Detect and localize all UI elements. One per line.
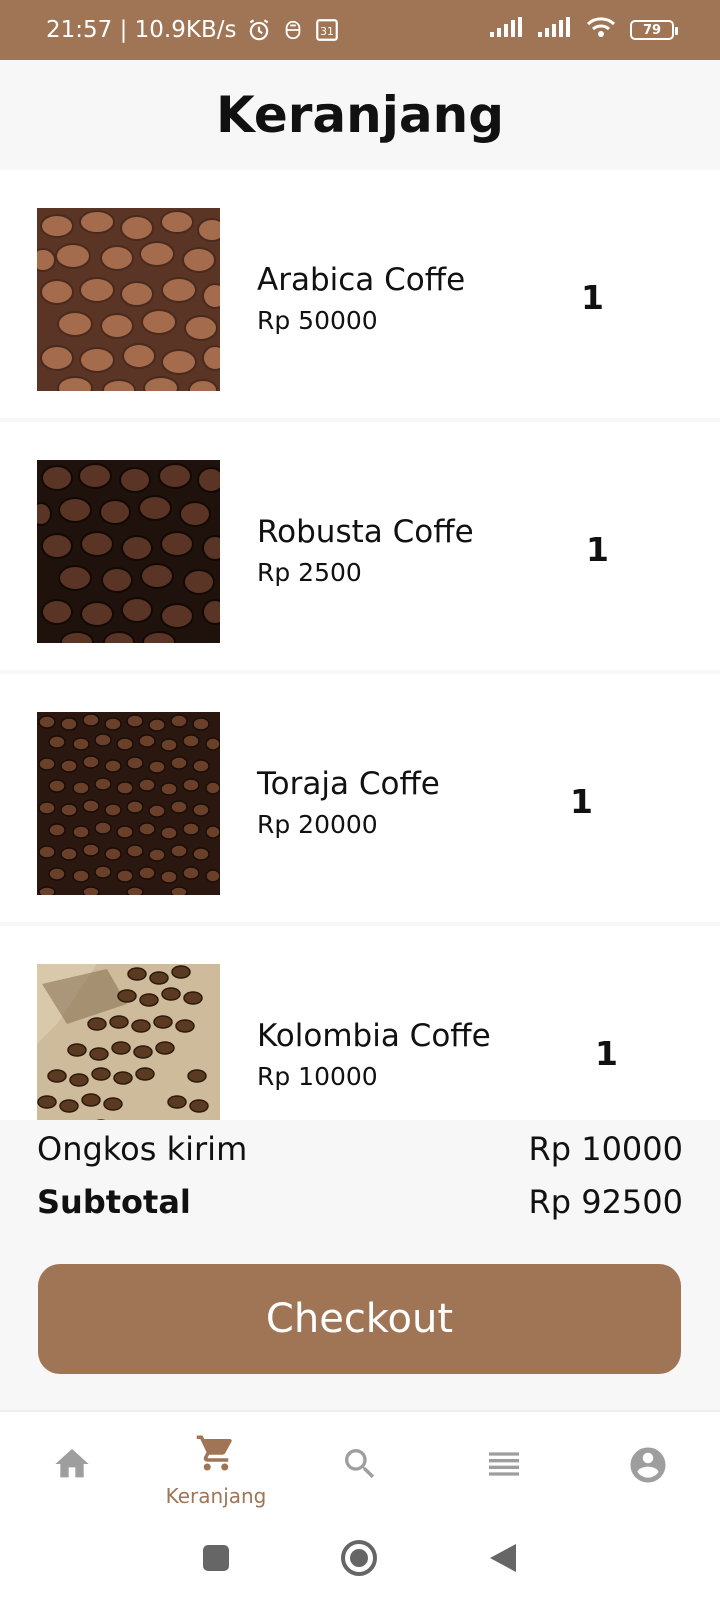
page-header: Keranjang — [0, 60, 720, 170]
product-price: Rp 20000 — [257, 810, 378, 839]
home-icon — [52, 1444, 92, 1488]
search-icon — [340, 1444, 380, 1488]
cart-item[interactable]: Arabica Coffe Rp 50000 1 — [0, 170, 720, 422]
shipping-row: Ongkos kirim Rp 10000 — [37, 1130, 683, 1168]
product-image-toraja — [37, 712, 220, 895]
product-name: Arabica Coffe — [257, 262, 466, 298]
subtotal-label: Subtotal — [37, 1183, 191, 1221]
checkout-button[interactable]: Checkout — [38, 1264, 681, 1374]
product-quantity[interactable]: 1 — [570, 782, 593, 821]
system-nav-bar — [0, 1520, 720, 1600]
product-price: Rp 10000 — [257, 1062, 378, 1091]
notification-icon — [282, 19, 304, 41]
list-icon — [484, 1444, 524, 1488]
product-image-kolombia — [37, 964, 220, 1120]
page-title: Keranjang — [215, 86, 505, 144]
product-name: Robusta Coffe — [257, 514, 474, 550]
recent-apps-button[interactable] — [202, 1544, 230, 1576]
cart-list[interactable]: Arabica Coffe Rp 50000 1 Robusta Coffe R… — [0, 170, 720, 1120]
status-time-speed: 21:57 | 10.9KB/s — [46, 17, 237, 43]
cart-item[interactable]: Kolombia Coffe Rp 10000 1 — [0, 926, 720, 1120]
cart-item[interactable]: Toraja Coffe Rp 20000 1 — [0, 674, 720, 926]
nav-cart[interactable]: Keranjang — [144, 1412, 288, 1522]
status-right: 79 — [490, 16, 678, 44]
nav-cart-label: Keranjang — [165, 1484, 267, 1508]
bottom-nav: Keranjang — [0, 1410, 720, 1520]
account-icon — [627, 1444, 669, 1490]
shipping-value: Rp 10000 — [528, 1130, 683, 1168]
signal-icon-2 — [538, 17, 572, 43]
status-left: 21:57 | 10.9KB/s 31 — [46, 17, 340, 43]
cart-item[interactable]: Robusta Coffe Rp 2500 1 — [0, 422, 720, 674]
subtotal-value: Rp 92500 — [528, 1183, 683, 1221]
product-price: Rp 50000 — [257, 306, 378, 335]
cart-icon — [195, 1432, 237, 1478]
product-image-arabica — [37, 208, 220, 391]
wifi-icon — [586, 16, 616, 44]
back-button[interactable] — [488, 1542, 518, 1578]
calendar-icon: 31 — [314, 17, 340, 43]
signal-icon — [490, 17, 524, 43]
nav-account[interactable] — [576, 1412, 720, 1522]
battery-level: 79 — [642, 22, 662, 38]
product-quantity[interactable]: 1 — [581, 278, 604, 317]
nav-list[interactable] — [432, 1412, 576, 1522]
product-name: Kolombia Coffe — [257, 1018, 491, 1054]
product-name: Toraja Coffe — [257, 766, 440, 802]
status-bar: 21:57 | 10.9KB/s 31 79 — [0, 0, 720, 60]
nav-home[interactable] — [0, 1412, 144, 1522]
calendar-day: 31 — [321, 25, 335, 38]
shipping-label: Ongkos kirim — [37, 1130, 248, 1168]
order-summary: Ongkos kirim Rp 10000 Subtotal Rp 92500 … — [0, 1120, 720, 1410]
battery-icon: 79 — [630, 20, 678, 40]
nav-search[interactable] — [288, 1412, 432, 1522]
product-price: Rp 2500 — [257, 558, 362, 587]
product-image-robusta — [37, 460, 220, 643]
product-quantity[interactable]: 1 — [586, 530, 609, 569]
product-quantity[interactable]: 1 — [595, 1034, 618, 1073]
subtotal-row: Subtotal Rp 92500 — [37, 1183, 683, 1221]
home-button[interactable] — [340, 1539, 378, 1581]
alarm-icon — [246, 17, 272, 43]
